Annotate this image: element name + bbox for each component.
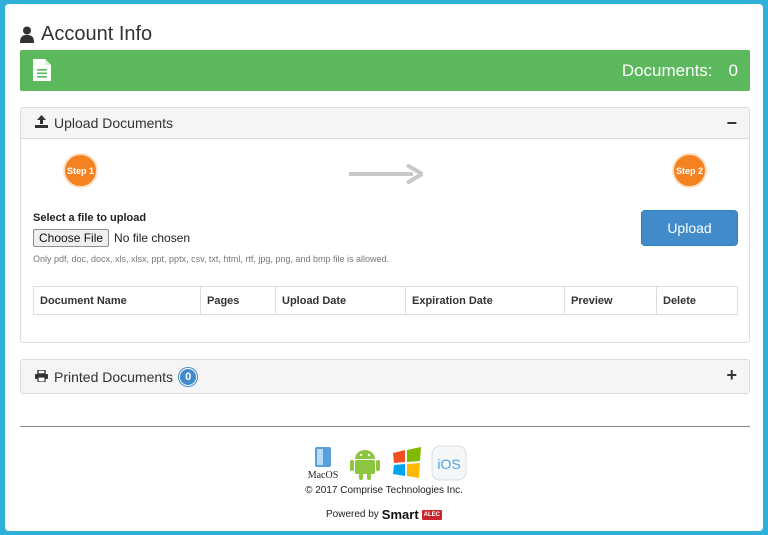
windows-icon (389, 445, 425, 481)
page-title: Account Info (41, 22, 153, 45)
brand-alec: ALEC (421, 509, 442, 520)
ios-icon: iOS (431, 445, 467, 481)
upload-panel-header[interactable]: Upload Documents − (21, 108, 749, 139)
copyright-text: © 2017 Comprise Technologies Inc. (305, 485, 463, 496)
printer-icon (35, 368, 48, 385)
upload-documents-panel: Upload Documents − Step 1 Step 2 Select … (20, 107, 750, 343)
powered-by: Powered by Smart ALEC (5, 507, 763, 522)
column-header-upload-date[interactable]: Upload Date (275, 286, 406, 315)
select-file-label: Select a file to upload (33, 212, 147, 224)
macos-icon: MacOS (305, 445, 341, 481)
upload-icon (35, 115, 48, 131)
user-icon (20, 26, 34, 43)
choose-file-button[interactable]: Choose File (33, 229, 110, 247)
printed-panel-title: Printed Documents (54, 368, 174, 385)
collapse-toggle[interactable]: − (726, 113, 737, 133)
brand-smart: Smart (381, 507, 419, 522)
table-header-row: Document Name Pages Upload Date Expirati… (33, 286, 738, 315)
printed-panel-header[interactable]: Printed Documents 0 + (21, 360, 749, 393)
android-icon (347, 445, 383, 481)
platform-icons: MacOS iOS (305, 445, 467, 481)
page-title-row: Account Info (20, 21, 152, 47)
upload-panel-title: Upload Documents (54, 115, 174, 131)
printed-documents-panel: Printed Documents 0 + (20, 359, 750, 394)
macos-label: MacOS (308, 470, 339, 481)
expand-toggle[interactable]: + (726, 365, 737, 385)
ios-label: iOS (437, 456, 460, 472)
documents-count: 0 (728, 61, 738, 80)
step-2-badge: Step 2 (672, 153, 707, 188)
file-input[interactable]: Choose File No file chosen (33, 229, 190, 247)
printed-count-badge: 0 (179, 367, 198, 386)
documents-label: Documents: (621, 61, 713, 80)
column-header-document-name[interactable]: Document Name (33, 286, 201, 315)
documents-summary-bar: Documents: 0 (20, 50, 750, 91)
column-header-expiration-date[interactable]: Expiration Date (405, 286, 565, 315)
no-file-text: No file chosen (114, 231, 191, 245)
column-header-pages[interactable]: Pages (200, 286, 276, 315)
step-1-badge: Step 1 (63, 153, 98, 188)
allowed-file-types-note: Only pdf, doc, docx, xls, xlsx, ppt, ppt… (33, 254, 389, 264)
documents-table: Document Name Pages Upload Date Expirati… (33, 286, 738, 315)
main-frame: Account Info Documents: 0 Upload Documen… (5, 4, 763, 531)
document-icon (32, 58, 52, 87)
arrow-right-icon (349, 163, 426, 189)
footer-divider (20, 426, 750, 427)
column-header-delete[interactable]: Delete (656, 286, 738, 315)
column-header-preview[interactable]: Preview (564, 286, 657, 315)
upload-button[interactable]: Upload (641, 210, 738, 246)
powered-by-text: Powered by (325, 509, 379, 520)
